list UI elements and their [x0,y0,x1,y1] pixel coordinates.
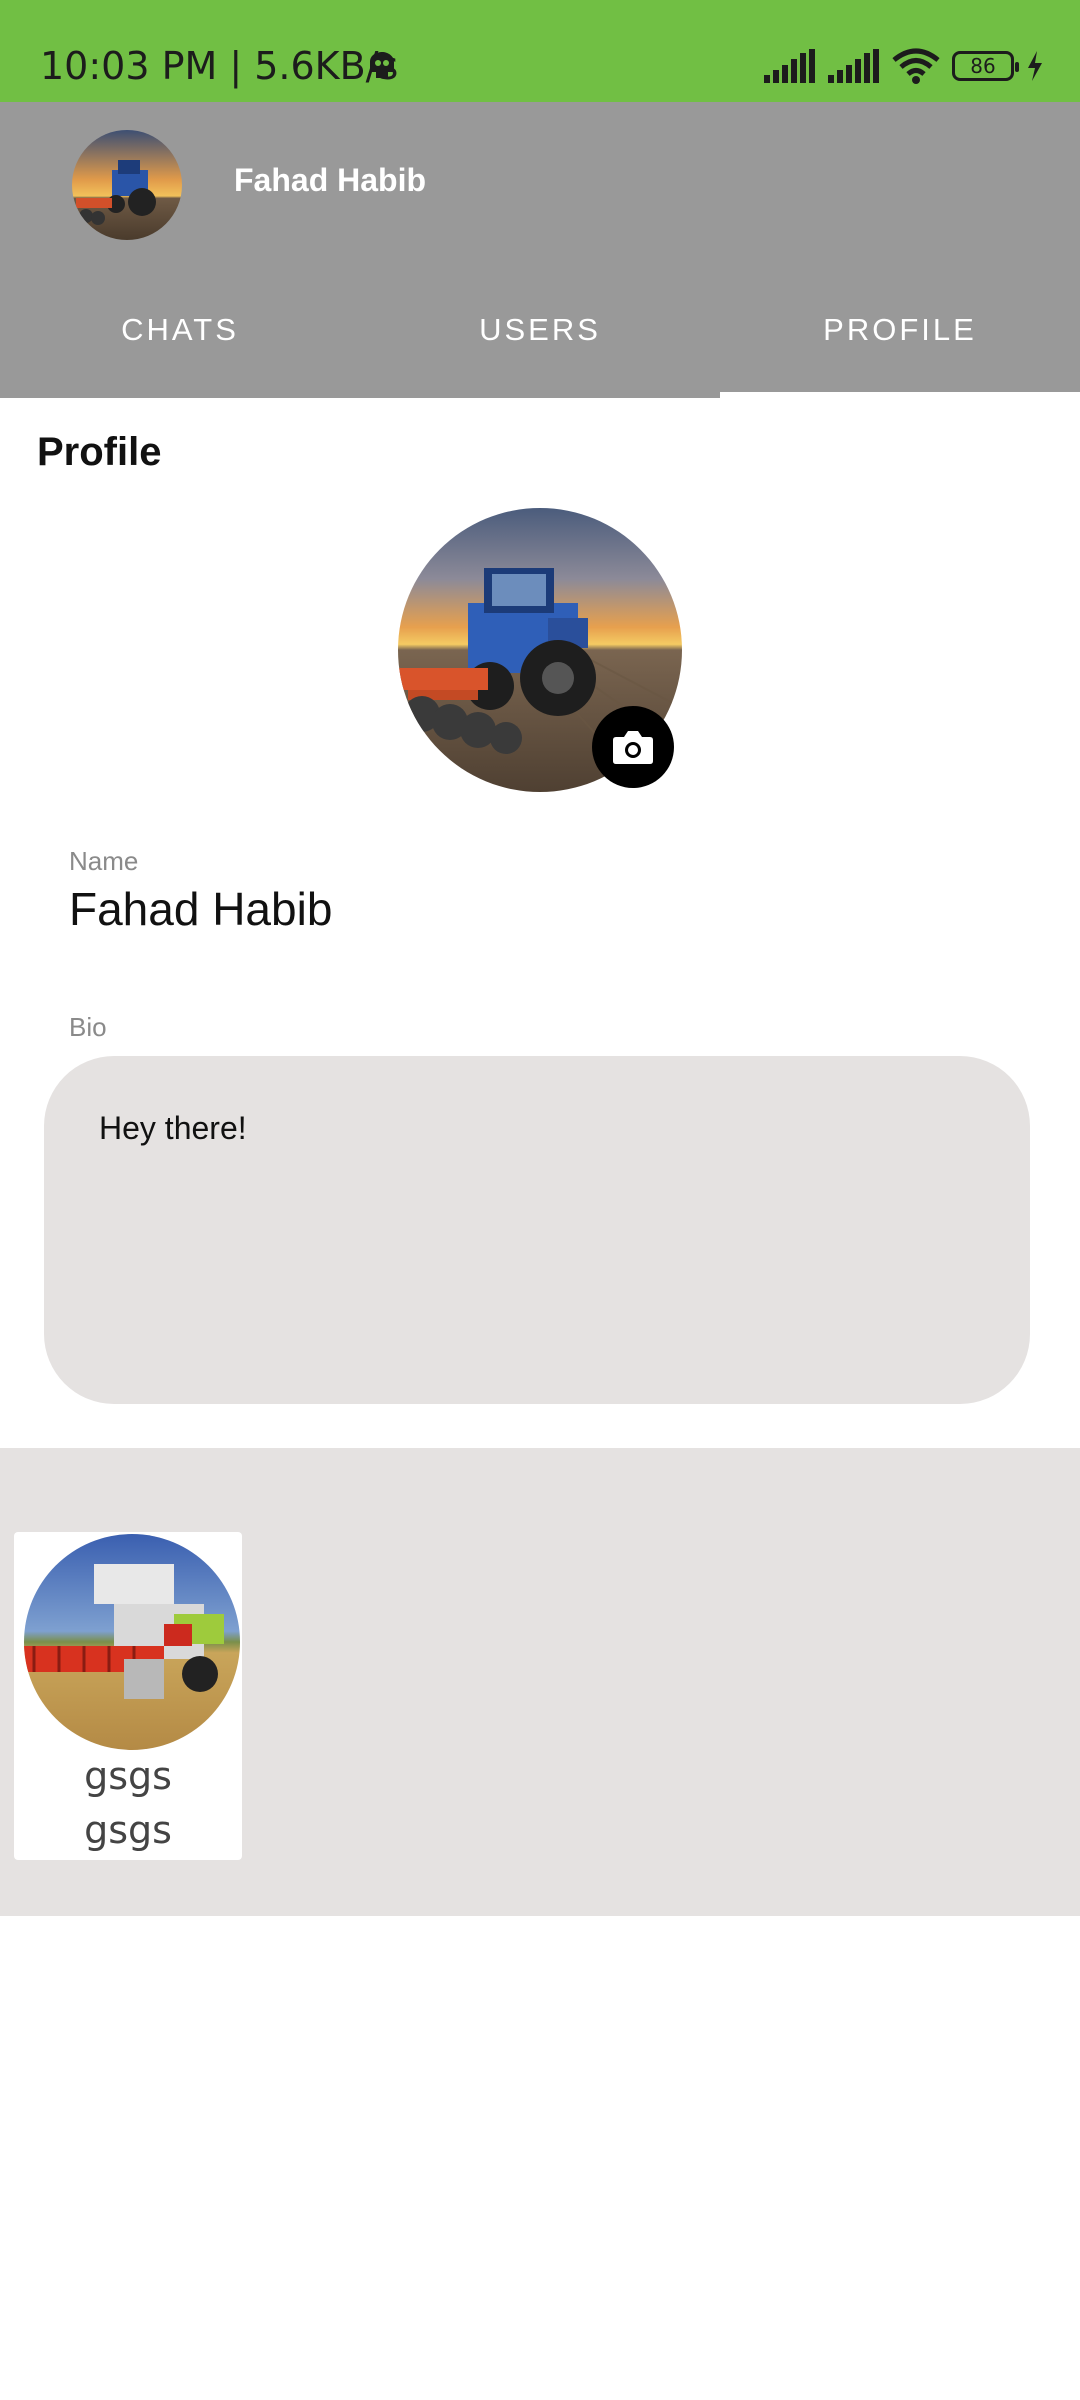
bio-field[interactable]: Hey there! [44,1056,1030,1404]
header-user-name: Fahad Habib [234,162,427,198]
wifi-icon [892,48,940,84]
tab-profile[interactable]: PROFILE [720,312,1080,348]
signal-icon [764,49,815,83]
battery-icon: 86 [952,51,1019,81]
tractor-photo-icon [72,130,182,240]
status-bar: 10:03 PM | 5.6KB/s 86 [0,0,1080,102]
change-photo-button[interactable] [592,706,674,788]
bio-text[interactable]: Hey there! [99,1110,247,1147]
tab-chats[interactable]: CHATS [0,312,360,348]
user-card-name-line2: gsgs [84,1808,172,1852]
harvester-photo-icon [24,1534,240,1750]
app-header: Fahad Habib CHATS USERS PROFILE [0,102,1080,398]
users-panel: gsgs gsgs [0,1448,1080,1916]
tab-indicator [720,392,1080,398]
battery-level: 86 [970,54,996,78]
notification-app-icon [370,52,394,78]
user-card-photo [24,1534,240,1750]
charging-icon [1028,51,1042,81]
camera-icon [613,731,653,764]
status-icons: 86 [764,44,1044,88]
name-label: Name [69,846,139,876]
name-value[interactable]: Fahad Habib [69,882,332,936]
user-card[interactable]: gsgs gsgs [14,1532,242,1860]
signal-icon [828,49,879,83]
header-avatar[interactable] [72,130,182,240]
bio-label: Bio [69,1012,107,1042]
user-card-name-line1: gsgs [84,1754,172,1798]
tab-users[interactable]: USERS [360,312,720,348]
page-title: Profile [37,430,162,474]
status-time: 10:03 PM | 5.6KB/s [40,44,399,88]
